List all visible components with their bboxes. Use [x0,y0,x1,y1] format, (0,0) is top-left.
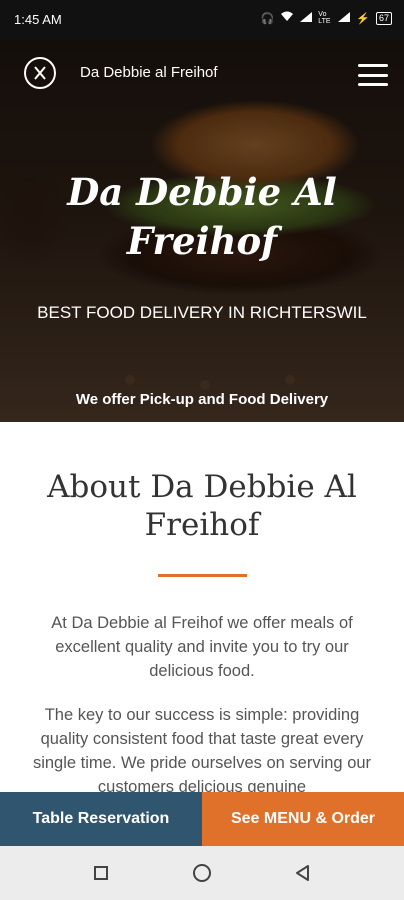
hero-title-line1: Da Debbie Al [67,170,337,214]
about-paragraph-2: The key to our success is simple: provid… [32,706,372,792]
menu-bar [358,73,388,77]
signal-icon-2 [338,11,351,25]
table-reservation-button[interactable]: Table Reservation [0,792,202,846]
status-bar: 1:45 AM 🎧 Vo LTE ⚡ 67 [0,0,404,40]
back-icon[interactable] [294,864,312,882]
hero-note: We offer Pick-up and Food Delivery [75,391,329,408]
pepper-decor [125,375,135,385]
android-nav-bar [0,846,404,900]
wifi-icon [280,11,294,25]
menu-bar [358,64,388,67]
about-title-line1: About Da Debbie Al [47,469,357,505]
about-title-line2: Freihof [144,507,260,543]
see-menu-order-button[interactable]: See MENU & Order [202,792,404,846]
pepper-decor [200,380,210,390]
headphones-icon: 🎧 [260,12,275,25]
about-paragraph-1: At Da Debbie al Freihof we offer meals o… [51,614,353,680]
signal-icon [300,11,313,25]
hero-title-line2: Freihof [126,219,278,263]
fork-knife-icon[interactable] [24,57,56,89]
pepper-decor [285,375,295,385]
home-icon[interactable] [193,864,211,882]
status-time: 1:45 AM [14,12,62,27]
about-title: About Da Debbie Al Freihof [0,468,404,544]
recents-icon[interactable] [94,866,108,880]
battery-icon: 67 [375,11,392,25]
hero-banner: Da Debbie al Freihof Da Debbie Al Freiho… [0,40,404,422]
brand-name[interactable]: Da Debbie al Freihof [80,64,218,81]
network-label: Vo LTE [318,11,331,25]
charging-icon: ⚡ [356,12,370,25]
status-icons: 🎧 Vo LTE ⚡ 67 [261,11,392,25]
menu-bar [358,83,388,86]
hamburger-menu-icon[interactable] [358,64,388,86]
hero-title: Da Debbie Al Freihof [0,168,404,266]
section-divider [158,574,247,577]
about-section: About Da Debbie Al Freihof At Da Debbie … [0,422,404,792]
hero-subtitle: BEST FOOD DELIVERY IN RICHTERSWIL [37,303,367,322]
